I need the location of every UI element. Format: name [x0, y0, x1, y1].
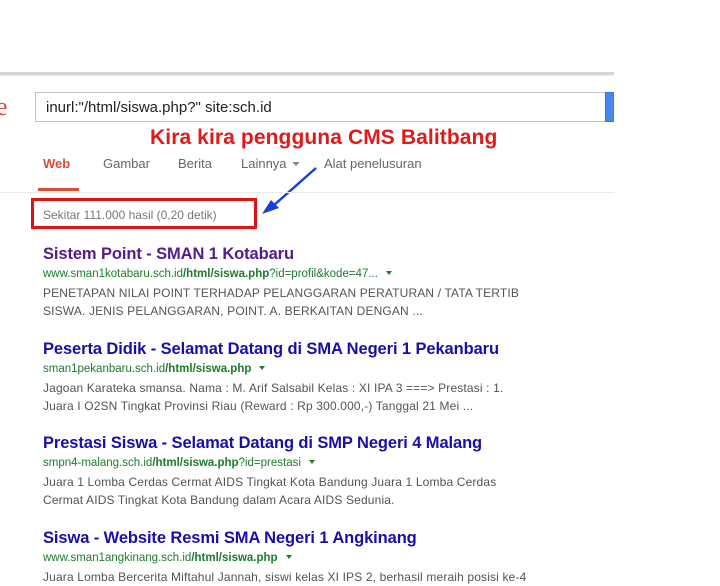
result-title-link[interactable]: Peserta Didik - Selamat Datang di SMA Ne…	[43, 339, 603, 359]
result-options-icon[interactable]	[259, 366, 266, 370]
active-tab-indicator	[38, 188, 79, 191]
search-result: Prestasi Siswa - Selamat Datang di SMP N…	[43, 433, 603, 509]
result-options-icon[interactable]	[385, 271, 392, 275]
result-snippet: Juara 1 Lomba Cerdas Cermat AIDS Tingkat…	[43, 473, 603, 509]
result-snippet-line: Jagoan Karateka smansa. Nama : M. Arif S…	[43, 381, 504, 395]
result-url-path: /html/siswa.php	[191, 552, 278, 564]
result-snippet-line: Juara 1 Lomba Cerdas Cermat AIDS Tingkat…	[43, 475, 497, 489]
tab-lainnya[interactable]: Lainnya	[241, 156, 300, 171]
result-url-path: /html/siswa.php	[152, 457, 239, 469]
tabs-divider	[0, 192, 614, 193]
result-snippet: Jagoan Karateka smansa. Nama : M. Arif S…	[43, 379, 603, 415]
result-title-link[interactable]: Sistem Point - SMAN 1 Kotabaru	[43, 244, 603, 264]
tab-lainnya-label: Lainnya	[241, 156, 287, 171]
result-url-domain: sman1pekanbaru.sch.id	[43, 363, 166, 375]
annotation-highlight-box	[31, 198, 257, 229]
tab-alat-penelusuran[interactable]: Alat penelusuran	[324, 156, 422, 171]
result-url-domain: smpn4-malang.sch.id	[43, 457, 153, 469]
result-title-link[interactable]: Siswa - Website Resmi SMA Negeri 1 Angki…	[43, 528, 603, 548]
search-result: Siswa - Website Resmi SMA Negeri 1 Angki…	[43, 528, 603, 586]
result-snippet-line: PENETAPAN NILAI POINT TERHADAP PELANGGAR…	[43, 286, 520, 300]
result-url[interactable]: sman1pekanbaru.sch.id/html/siswa.php	[43, 361, 603, 377]
result-snippet: PENETAPAN NILAI POINT TERHADAP PELANGGAR…	[43, 284, 603, 320]
result-options-icon[interactable]	[285, 555, 292, 559]
search-result: Sistem Point - SMAN 1 Kotabaru www.sman1…	[43, 244, 603, 320]
result-url-path: /html/siswa.php	[182, 268, 270, 280]
result-snippet-line: Cermat AIDS Tingkat Kota Bandung dalam A…	[43, 493, 395, 507]
tab-gambar[interactable]: Gambar	[103, 156, 150, 171]
result-url-path: /html/siswa.php	[165, 363, 252, 375]
result-url-query: ?id=profil&kode=47...	[269, 268, 378, 280]
result-snippet-line: SISWA. JENIS PELANGGARAN, POINT. A. BERK…	[43, 304, 423, 318]
result-url[interactable]: www.sman1angkinang.sch.id/html/siswa.php	[43, 550, 603, 566]
tab-web[interactable]: Web	[43, 156, 70, 171]
tab-berita[interactable]: Berita	[178, 156, 212, 171]
result-snippet-line: Juara I O2SN Tingkat Provinsi Riau (Rewa…	[43, 399, 474, 413]
result-options-icon[interactable]	[308, 460, 315, 464]
result-url-domain: www.sman1angkinang.sch.id	[43, 552, 192, 564]
result-url-domain: www.sman1kotabaru.sch.id	[43, 268, 183, 280]
result-snippet-line: Juara Lomba Bercerita Miftahul Jannah, s…	[43, 570, 527, 584]
result-url[interactable]: smpn4-malang.sch.id/html/siswa.php?id=pr…	[43, 455, 603, 471]
result-url[interactable]: www.sman1kotabaru.sch.id/html/siswa.php?…	[43, 266, 603, 282]
result-snippet: Juara Lomba Bercerita Miftahul Jannah, s…	[43, 568, 603, 586]
result-url-query: ?id=prestasi	[238, 457, 301, 469]
search-result: Peserta Didik - Selamat Datang di SMA Ne…	[43, 339, 603, 415]
chevron-down-icon	[291, 162, 300, 166]
result-title-link[interactable]: Prestasi Siswa - Selamat Datang di SMP N…	[43, 433, 603, 453]
